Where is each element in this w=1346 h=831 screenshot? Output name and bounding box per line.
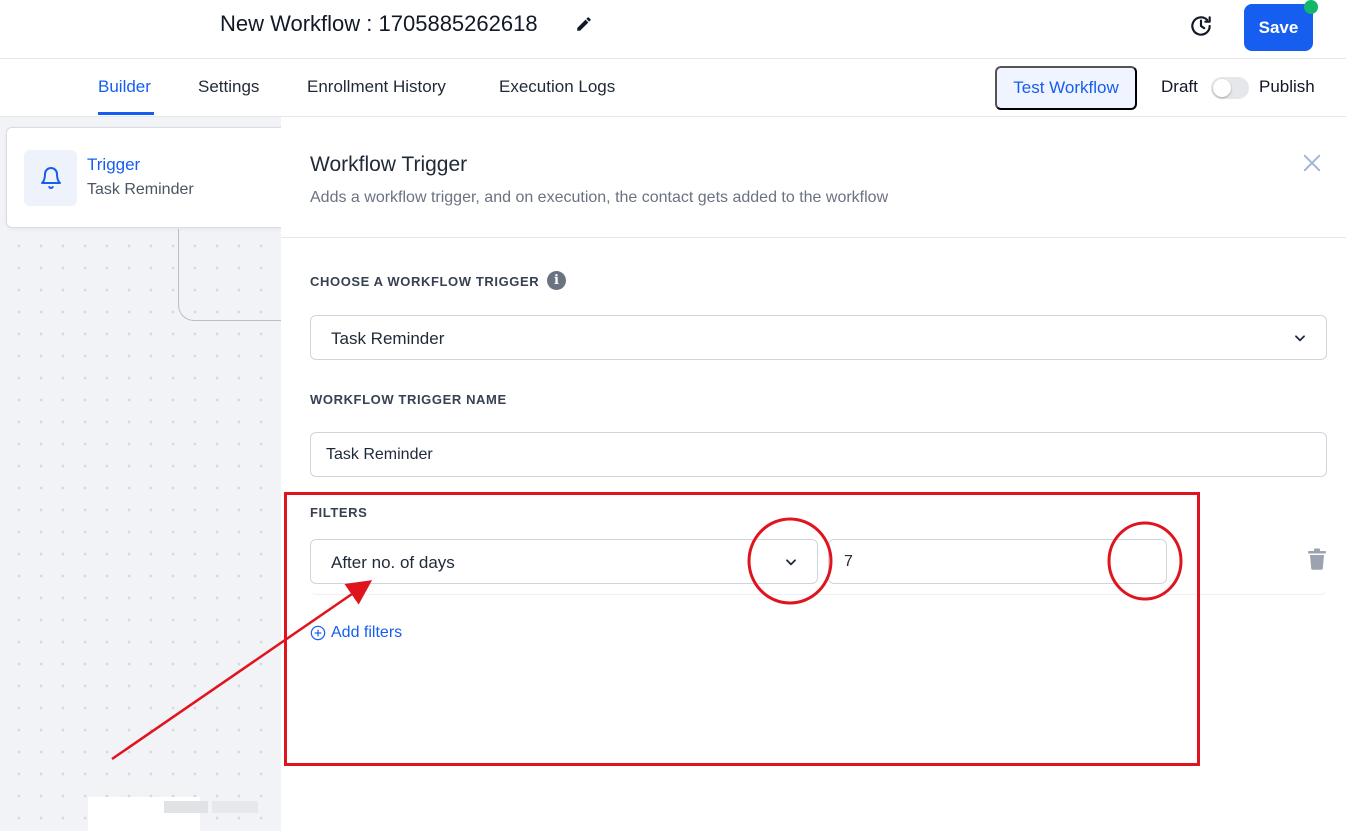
trigger-name-value: Task Reminder — [326, 446, 433, 463]
panel-title: Workflow Trigger — [310, 153, 468, 176]
history-icon[interactable] — [1188, 13, 1214, 39]
trigger-type-value: Task Reminder — [331, 329, 445, 348]
annotation-rectangle — [284, 492, 1200, 766]
top-bar: New Workflow : 1705885262618 Save — [0, 0, 1346, 59]
tab-execution-logs[interactable]: Execution Logs — [499, 77, 615, 97]
pencil-icon[interactable] — [575, 15, 593, 33]
save-button[interactable]: Save — [1244, 4, 1313, 51]
trash-icon[interactable] — [1307, 548, 1327, 570]
trigger-name-input[interactable]: Task Reminder — [310, 432, 1327, 477]
draft-label: Draft — [1161, 77, 1198, 96]
toggle-knob — [1213, 79, 1231, 97]
publish-label: Publish — [1259, 77, 1315, 96]
active-tab-indicator — [98, 112, 154, 115]
close-icon[interactable] — [1301, 152, 1323, 174]
tab-enrollment-history[interactable]: Enrollment History — [307, 77, 446, 97]
trigger-card-title: Trigger — [87, 155, 141, 174]
test-workflow-button[interactable]: Test Workflow — [995, 66, 1137, 110]
trigger-node-card[interactable]: Trigger Task Reminder — [6, 127, 296, 228]
trigger-card-subtitle: Task Reminder — [87, 181, 194, 198]
panel-description: Adds a workflow trigger, and on executio… — [310, 189, 889, 206]
status-dot — [1304, 0, 1318, 14]
workflow-title: New Workflow : 1705885262618 — [220, 11, 538, 36]
publish-toggle[interactable] — [1211, 77, 1249, 99]
tab-bar: Builder Settings Enrollment History Exec… — [0, 59, 1346, 117]
panel-divider — [281, 237, 1346, 238]
bell-icon — [40, 167, 61, 189]
chevron-down-icon — [1295, 335, 1305, 342]
trigger-name-label: WORKFLOW TRIGGER NAME — [310, 392, 507, 407]
tab-settings[interactable]: Settings — [198, 77, 259, 97]
workflow-canvas[interactable]: Trigger Task Reminder — [0, 117, 296, 831]
connector-line — [178, 229, 288, 321]
info-icon[interactable]: i — [547, 271, 566, 290]
trigger-type-select[interactable]: Task Reminder — [310, 315, 1327, 360]
choose-trigger-label: CHOOSE A WORKFLOW TRIGGER — [310, 274, 540, 289]
tab-builder[interactable]: Builder — [98, 77, 151, 97]
redacted-block — [212, 801, 258, 813]
trigger-icon-box — [24, 150, 77, 206]
redacted-block — [164, 801, 208, 813]
